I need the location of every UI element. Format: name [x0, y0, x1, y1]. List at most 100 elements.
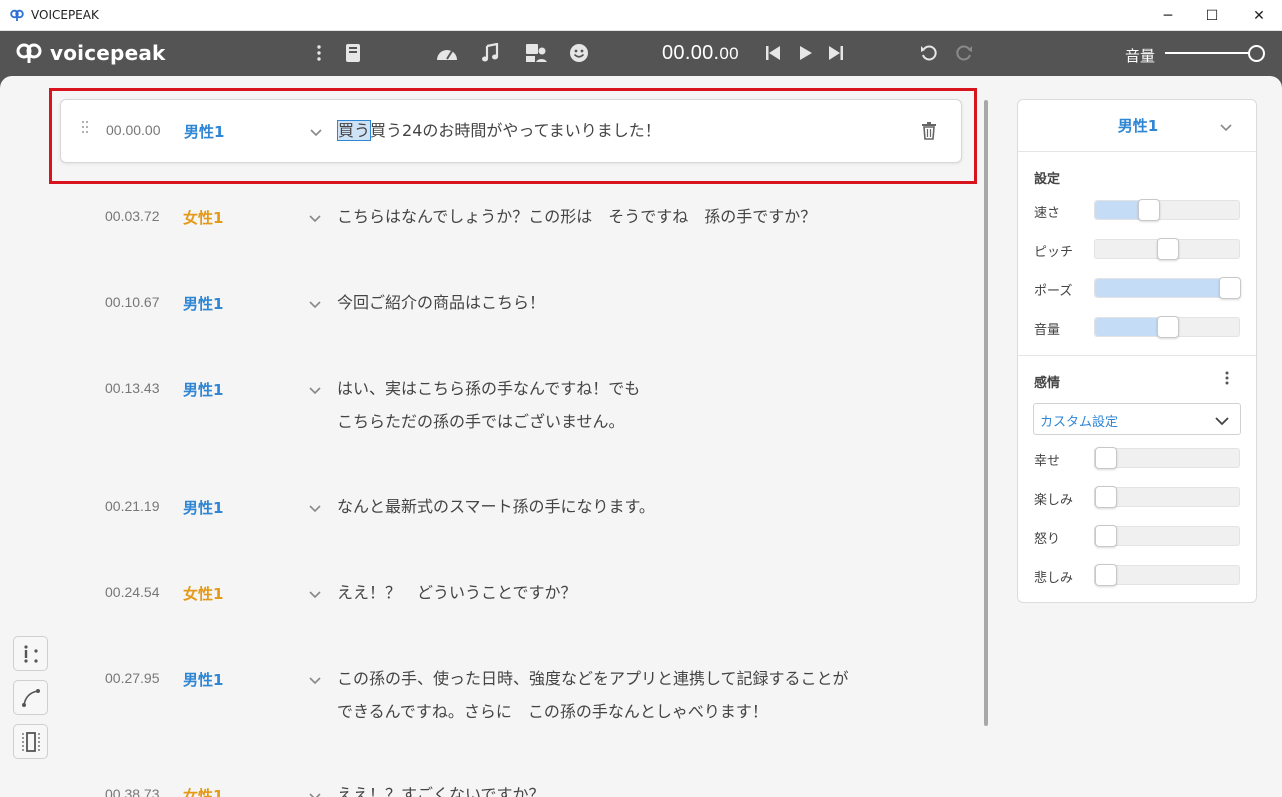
row-speaker[interactable]: 男性1	[183, 669, 223, 690]
chevron-down-icon[interactable]	[308, 500, 322, 514]
voicepeak-logo: voicepeak	[16, 39, 166, 67]
chevron-down-icon[interactable]	[308, 586, 322, 600]
timecode-main: 00.00.	[662, 42, 720, 64]
row-text-line2[interactable]: こちらただの孫の手ではございません。	[337, 405, 625, 438]
red-highlight-frame	[49, 88, 977, 184]
row-text[interactable]: 今回ご紹介の商品はこちら！	[337, 286, 545, 319]
script-row[interactable]: 00.27.95 男性1 この孫の手、使った日時、強度などをアプリと連携して記録…	[60, 661, 962, 731]
script-row[interactable]: 00.21.19 男性1 なんと最新式のスマート孫の手になります。	[60, 489, 962, 529]
row-text[interactable]: なんと最新式のスマート孫の手になります。	[337, 490, 655, 523]
slider-knob[interactable]	[1157, 238, 1179, 260]
row-text[interactable]: こちらはなんでしょうか？この形は そうですね 孫の手ですか？	[337, 200, 816, 233]
pause-label: ポーズ	[1034, 284, 1073, 299]
script-row[interactable]: 00.38.73 女性1 ええ！？すごくないですか？	[60, 777, 962, 797]
master-volume-track[interactable]	[1165, 52, 1257, 54]
play-icon[interactable]	[794, 41, 818, 65]
voice-tuning-icon[interactable]	[524, 41, 548, 65]
range-tool-button[interactable]	[13, 724, 48, 759]
chevron-down-icon	[1214, 413, 1230, 427]
angry-label: 怒り	[1034, 532, 1061, 547]
row-speaker[interactable]: 女性1	[183, 583, 223, 604]
dictionary-icon[interactable]	[341, 41, 365, 65]
emotion-preset-value: カスタム設定	[1040, 415, 1119, 430]
sad-label: 悲しみ	[1034, 571, 1074, 586]
pitch-slider[interactable]	[1094, 238, 1240, 260]
app-icon	[10, 9, 24, 21]
sad-slider[interactable]	[1094, 564, 1240, 586]
happy-slider[interactable]	[1094, 447, 1240, 469]
row-text[interactable]: この孫の手、使った日時、強度などをアプリと連携して記録することが	[337, 662, 849, 695]
slider-knob[interactable]	[1138, 199, 1160, 221]
undo-icon[interactable]	[917, 41, 941, 65]
bracket-icon	[21, 731, 40, 752]
row-time: 00.10.67	[105, 294, 160, 310]
chevron-down-icon[interactable]	[1219, 119, 1233, 133]
script-scrollbar[interactable]	[984, 100, 988, 726]
redo-icon[interactable]	[952, 41, 976, 65]
row-time: 00.21.19	[105, 498, 160, 514]
fun-label: 楽しみ	[1034, 493, 1074, 508]
chevron-down-icon[interactable]	[308, 210, 322, 224]
logo-text: voicepeak	[50, 41, 166, 65]
section-divider	[1018, 355, 1256, 356]
slider-knob[interactable]	[1095, 447, 1117, 469]
row-time: 00.38.73	[105, 786, 160, 797]
skip-back-icon[interactable]	[761, 41, 785, 65]
skip-forward-icon[interactable]	[824, 41, 848, 65]
script-row[interactable]: 00.24.54 女性1 ええ！？ どういうことですか？	[60, 575, 962, 615]
row-text[interactable]: はい、実はこちら孫の手なんですね！でも	[337, 372, 640, 405]
music-note-icon[interactable]	[478, 41, 502, 65]
maximize-button[interactable]: ☐	[1189, 0, 1235, 31]
emotion-smile-icon[interactable]	[567, 41, 591, 65]
top-toolbar: voicepeak 00.00.00 音量	[0, 31, 1282, 76]
slider-knob[interactable]	[1095, 486, 1117, 508]
slider-knob[interactable]	[1095, 564, 1117, 586]
chevron-down-icon[interactable]	[308, 672, 322, 686]
minimize-button[interactable]: ─	[1145, 0, 1191, 31]
chevron-down-icon[interactable]	[308, 296, 322, 310]
row-text[interactable]: ええ！？すごくないですか？	[337, 778, 545, 797]
slider-knob[interactable]	[1095, 525, 1117, 547]
more-menu-icon[interactable]	[307, 41, 331, 65]
curve-tool-button[interactable]	[13, 680, 48, 715]
emotion-heading: 感情	[1034, 376, 1061, 391]
row-time: 00.03.72	[105, 208, 160, 224]
chevron-down-icon[interactable]	[308, 382, 322, 396]
speed-meter-icon[interactable]	[435, 41, 459, 65]
master-volume-label: 音量	[1125, 47, 1156, 65]
row-speaker[interactable]: 女性1	[183, 785, 223, 797]
angry-slider[interactable]	[1094, 525, 1240, 547]
pause-slider[interactable]	[1094, 277, 1241, 299]
script-row[interactable]: 00.03.72 女性1 こちらはなんでしょうか？この形は そうですね 孫の手で…	[60, 199, 962, 239]
emotion-preset-dropdown[interactable]: カスタム設定	[1033, 403, 1241, 435]
slider-knob[interactable]	[1157, 316, 1179, 338]
row-time: 00.27.95	[105, 670, 160, 686]
happy-label: 幸せ	[1034, 454, 1061, 469]
timecode-display: 00.00.00	[662, 42, 739, 65]
slider-fill	[1095, 279, 1230, 297]
row-speaker[interactable]: 男性1	[183, 379, 223, 400]
speed-slider[interactable]	[1094, 199, 1240, 221]
fun-slider[interactable]	[1094, 486, 1240, 508]
close-button[interactable]: ✕	[1236, 0, 1282, 31]
dots-split-icon	[23, 644, 38, 663]
row-time: 00.13.43	[105, 380, 160, 396]
master-volume-knob[interactable]	[1248, 45, 1265, 62]
row-text[interactable]: ええ！？ どういうことですか？	[337, 576, 577, 609]
phoneme-tool-button[interactable]	[13, 636, 48, 671]
row-speaker[interactable]: 男性1	[183, 497, 223, 518]
slider-knob[interactable]	[1219, 277, 1241, 299]
speed-label: 速さ	[1034, 206, 1061, 221]
row-speaker[interactable]: 女性1	[183, 207, 223, 228]
settings-heading: 設定	[1034, 172, 1061, 187]
script-row[interactable]: 00.13.43 男性1 はい、実はこちら孫の手なんですね！でも こちらただの孫…	[60, 371, 962, 441]
chevron-down-icon[interactable]	[308, 788, 322, 797]
window-title: VOICEPEAK	[31, 8, 99, 22]
row-text-line2[interactable]: できるんですね。さらに この孫の手なんとしゃべります！	[337, 695, 768, 728]
emotion-menu-icon[interactable]	[1225, 370, 1233, 386]
script-row[interactable]: 00.10.67 男性1 今回ご紹介の商品はこちら！	[60, 285, 962, 325]
volume-slider[interactable]	[1094, 316, 1240, 338]
row-time: 00.24.54	[105, 584, 160, 600]
row-speaker[interactable]: 男性1	[183, 293, 223, 314]
pitch-label: ピッチ	[1034, 245, 1074, 260]
